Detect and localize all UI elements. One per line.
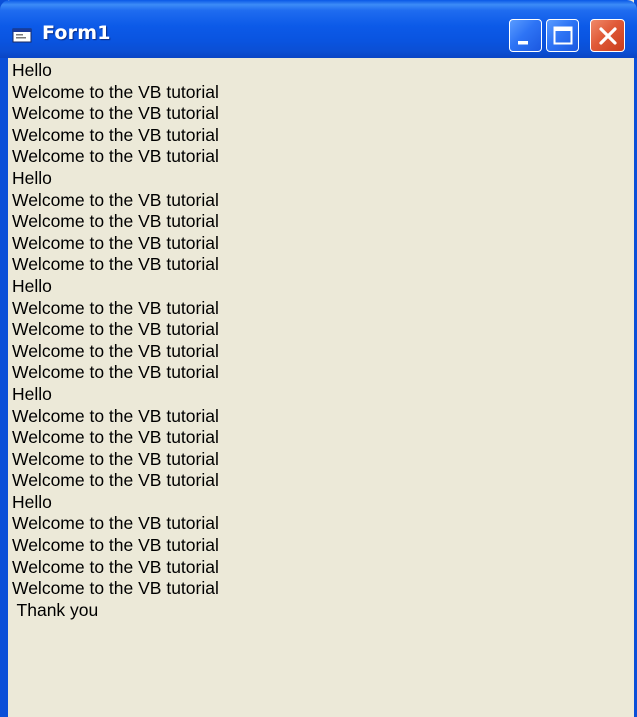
output-line: Welcome to the VB tutorial: [12, 427, 219, 448]
output-line: Hello: [12, 275, 52, 296]
output-line: Welcome to the VB tutorial: [12, 405, 219, 426]
output-line: Welcome to the VB tutorial: [12, 319, 219, 340]
output-line: Hello: [12, 167, 52, 188]
maximize-button[interactable]: [546, 19, 579, 52]
output-line: Welcome to the VB tutorial: [12, 578, 219, 599]
output-line: Welcome to the VB tutorial: [12, 146, 219, 167]
output-line: Welcome to the VB tutorial: [12, 297, 219, 318]
minimize-button[interactable]: [509, 19, 542, 52]
output-line: Welcome to the VB tutorial: [12, 81, 219, 102]
maximize-icon: [553, 26, 573, 45]
output-line: Welcome to the VB tutorial: [12, 448, 219, 469]
title-bar[interactable]: Form1: [0, 0, 637, 58]
output-line: Hello: [12, 383, 52, 404]
output-line: Welcome to the VB tutorial: [12, 340, 219, 361]
output-line: Hello: [12, 60, 52, 80]
output-line: Welcome to the VB tutorial: [12, 254, 219, 275]
output-line: Hello: [12, 491, 52, 512]
close-icon: [599, 27, 617, 45]
output-line: Welcome to the VB tutorial: [12, 189, 219, 210]
minimize-icon: [518, 41, 528, 45]
output-line: Welcome to the VB tutorial: [12, 211, 219, 232]
output-line: Thank you: [12, 599, 99, 620]
output-line: Welcome to the VB tutorial: [12, 362, 219, 383]
output-line: Welcome to the VB tutorial: [12, 232, 219, 253]
close-button[interactable]: [590, 19, 625, 52]
output-line: Welcome to the VB tutorial: [12, 535, 219, 556]
output-line: Welcome to the VB tutorial: [12, 124, 219, 145]
window-title: Form1: [42, 22, 111, 44]
form-window-icon: [12, 28, 32, 43]
output-line: Welcome to the VB tutorial: [12, 513, 219, 534]
form-client-area: Hello Welcome to the VB tutorial Welcome t…: [8, 58, 634, 717]
output-line: Welcome to the VB tutorial: [12, 470, 219, 491]
output-line: Welcome to the VB tutorial: [12, 103, 219, 124]
printed-output: Hello Welcome to the VB tutorial Welcome t…: [12, 60, 219, 621]
form-window: Form1 Hello Welcome to the VB tutorial Wel…: [0, 0, 637, 717]
output-line: Welcome to the VB tutorial: [12, 556, 219, 577]
